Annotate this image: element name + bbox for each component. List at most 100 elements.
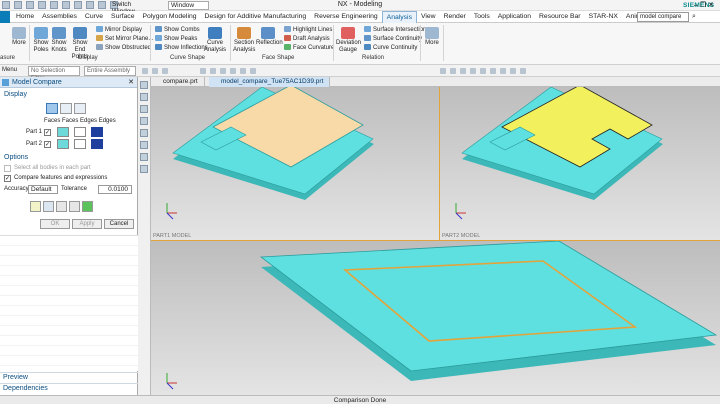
show-inflections-button[interactable]: Show Inflections: [155, 44, 208, 52]
tab-application[interactable]: Application: [494, 11, 535, 23]
select-tool-icon[interactable]: [162, 68, 168, 74]
settings-icon[interactable]: [69, 201, 80, 212]
tab-surface[interactable]: Surface: [107, 11, 138, 23]
view-mode-icon[interactable]: [60, 103, 72, 114]
snap-point-icon[interactable]: [470, 68, 476, 74]
surface-continuity-button[interactable]: Surface Continuity: [364, 35, 422, 43]
snap-icon[interactable]: [250, 68, 256, 74]
snap-point-icon[interactable]: [440, 68, 446, 74]
surface-intersection-button[interactable]: Surface Intersection: [364, 26, 426, 34]
snap-point-icon[interactable]: [480, 68, 486, 74]
part2-checkbox[interactable]: ✓: [44, 141, 51, 148]
display-section-header[interactable]: Display: [0, 88, 137, 98]
mirror-display-button[interactable]: Mirror Display: [96, 26, 142, 34]
draft-analysis-button[interactable]: Draft Analysis: [284, 35, 330, 43]
part2-faces-color-swatch[interactable]: [57, 139, 69, 149]
part2-viewport[interactable]: PART2 MODEL: [440, 87, 720, 241]
tab-curve[interactable]: Curve: [81, 11, 107, 23]
snap-icon[interactable]: [200, 68, 206, 74]
tab-analysis[interactable]: Analysis: [381, 11, 417, 23]
window-controls[interactable]: – ❐ ✕: [694, 1, 714, 9]
menu-button[interactable]: Menu: [2, 67, 17, 73]
curve-continuity-button[interactable]: Curve Continuity: [364, 44, 417, 52]
next-icon[interactable]: [82, 201, 93, 212]
resource-icon[interactable]: [140, 93, 148, 101]
part2-edges-color-swatch[interactable]: [91, 139, 103, 149]
snap-point-icon[interactable]: [460, 68, 466, 74]
select-tool-icon[interactable]: [152, 68, 158, 74]
snap-icon[interactable]: [220, 68, 226, 74]
cancel-button[interactable]: Cancel: [104, 219, 134, 229]
resource-icon[interactable]: [140, 129, 148, 137]
snap-point-icon[interactable]: [510, 68, 516, 74]
apply-button[interactable]: Apply: [72, 219, 102, 229]
preview-section-header[interactable]: Preview: [0, 372, 138, 382]
select-tool-icon[interactable]: [142, 68, 148, 74]
command-search-input[interactable]: model compare: [637, 12, 689, 22]
snap-icon[interactable]: [240, 68, 246, 74]
resource-icon[interactable]: [140, 153, 148, 161]
snap-point-icon[interactable]: [520, 68, 526, 74]
curve-analysis-button[interactable]: Curve Analysis: [203, 27, 227, 54]
deviation-gauge-button[interactable]: Deviation Gauge: [336, 27, 361, 54]
report-icon[interactable]: [43, 201, 54, 212]
part2-faces-color-swatch[interactable]: [74, 139, 86, 149]
options-section-header[interactable]: Options: [0, 151, 28, 161]
tab-polygon-modeling[interactable]: Polygon Modeling: [138, 11, 200, 23]
filter-icon[interactable]: [56, 201, 67, 212]
show-peaks-button[interactable]: Show Peaks: [155, 35, 197, 43]
accuracy-dropdown[interactable]: Default: [28, 185, 58, 194]
search-icon[interactable]: ⌕: [692, 13, 696, 21]
part1-faces-color-swatch[interactable]: [57, 127, 69, 137]
part1-faces-color-swatch[interactable]: [74, 127, 86, 137]
snap-point-icon[interactable]: [500, 68, 506, 74]
highlight-lines-button[interactable]: Highlight Lines: [284, 26, 332, 34]
tab-design-for-additive-manufacturing[interactable]: Design for Additive Manufacturing: [201, 11, 311, 23]
more-right-button[interactable]: More: [424, 27, 440, 47]
tab-model-compare-prt[interactable]: model_compare_Tue75AC1D39.prt: [209, 77, 331, 87]
select-all-bodies-checkbox[interactable]: [4, 165, 11, 172]
file-menu-button[interactable]: [0, 11, 10, 23]
selection-filter-dropdown[interactable]: No Selection Filter: [28, 66, 80, 82]
tab-assemblies[interactable]: Assemblies: [38, 11, 81, 23]
show-obstructed-button[interactable]: Show Obstructed: [96, 44, 151, 52]
dependencies-section-header[interactable]: Dependencies: [0, 383, 138, 393]
part1-viewport[interactable]: PART1 MODEL: [151, 87, 440, 241]
resource-icon[interactable]: [140, 105, 148, 113]
snap-icon[interactable]: [230, 68, 236, 74]
swap-icon[interactable]: [30, 201, 41, 212]
snap-point-icon[interactable]: [490, 68, 496, 74]
snap-icon[interactable]: [210, 68, 216, 74]
snap-point-icon[interactable]: [450, 68, 456, 74]
tab-view[interactable]: View: [417, 11, 440, 23]
dialog-close-icon[interactable]: ✕: [128, 78, 134, 86]
view-mode-icon[interactable]: [46, 103, 58, 114]
face-curvature-button[interactable]: Face Curvature: [284, 44, 334, 52]
resource-icon[interactable]: [140, 81, 148, 89]
tab-home[interactable]: Home: [12, 11, 38, 23]
show-combs-button[interactable]: Show Combs: [155, 26, 200, 34]
tab-compare-prt[interactable]: compare.prt: [151, 77, 205, 87]
more-left-button[interactable]: More: [12, 27, 26, 47]
resource-icon[interactable]: [140, 141, 148, 149]
part1-checkbox[interactable]: ✓: [44, 129, 51, 136]
view-mode-icon[interactable]: [74, 103, 86, 114]
resource-icon[interactable]: [140, 165, 148, 173]
reflection-button[interactable]: Reflection: [256, 27, 283, 47]
ok-button[interactable]: OK: [40, 219, 70, 229]
section-analysis-button[interactable]: Section Analysis: [233, 27, 255, 54]
show-poles-button[interactable]: Show Poles: [32, 27, 50, 54]
tab-tools[interactable]: Tools: [470, 11, 494, 23]
selection-scope-dropdown[interactable]: Entire Assembly: [84, 66, 136, 76]
part1-edges-color-swatch[interactable]: [91, 127, 103, 137]
tab-render[interactable]: Render: [440, 11, 470, 23]
set-mirror-plane-button[interactable]: Set Mirror Plane...: [96, 35, 153, 43]
show-knots-button[interactable]: Show Knots: [50, 27, 68, 54]
compare-features-checkbox[interactable]: ✓: [4, 175, 11, 182]
combined-viewport[interactable]: [151, 241, 720, 395]
tab-reverse-engineering[interactable]: Reverse Engineering: [310, 11, 381, 23]
resource-icon[interactable]: [140, 117, 148, 125]
tolerance-input[interactable]: 0.0100: [98, 185, 132, 194]
tab-resource-bar[interactable]: Resource Bar: [535, 11, 585, 23]
tab-star-nx[interactable]: STAR-NX: [585, 11, 622, 23]
